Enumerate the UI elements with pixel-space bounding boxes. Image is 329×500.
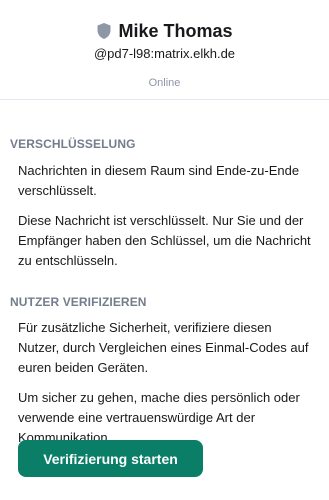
- name-row: Mike Thomas: [0, 20, 329, 42]
- verification-paragraph: Um sicher zu gehen, mache dies persönlic…: [18, 390, 300, 445]
- encryption-section-title: VERSCHLÜSSELUNG: [10, 137, 136, 151]
- display-name: Mike Thomas: [118, 20, 233, 41]
- shield-icon: [96, 22, 112, 40]
- verification-paragraph: Für zusätzliche Sicherheit, verifiziere …: [18, 320, 309, 375]
- encryption-section: VERSCHLÜSSELUNG Nachrichten in diesem Ra…: [0, 137, 329, 271]
- presence-status: Online: [148, 77, 181, 89]
- encryption-paragraph: Diese Nachricht ist verschlüsselt. Nur S…: [18, 213, 311, 268]
- encryption-paragraph: Nachrichten in diesem Raum sind Ende-zu-…: [18, 163, 300, 198]
- verification-section: NUTZER VERIFIZIEREN Für zusätzliche Sich…: [0, 295, 329, 448]
- user-info-header: Mike Thomas @pd7-l98:matrix.elkh.de Onli…: [0, 0, 329, 100]
- verification-section-title: NUTZER VERIFIZIEREN: [10, 295, 147, 309]
- user-id: @pd7-l98:matrix.elkh.de: [93, 46, 236, 61]
- start-verification-button[interactable]: Verifizierung starten: [18, 440, 203, 477]
